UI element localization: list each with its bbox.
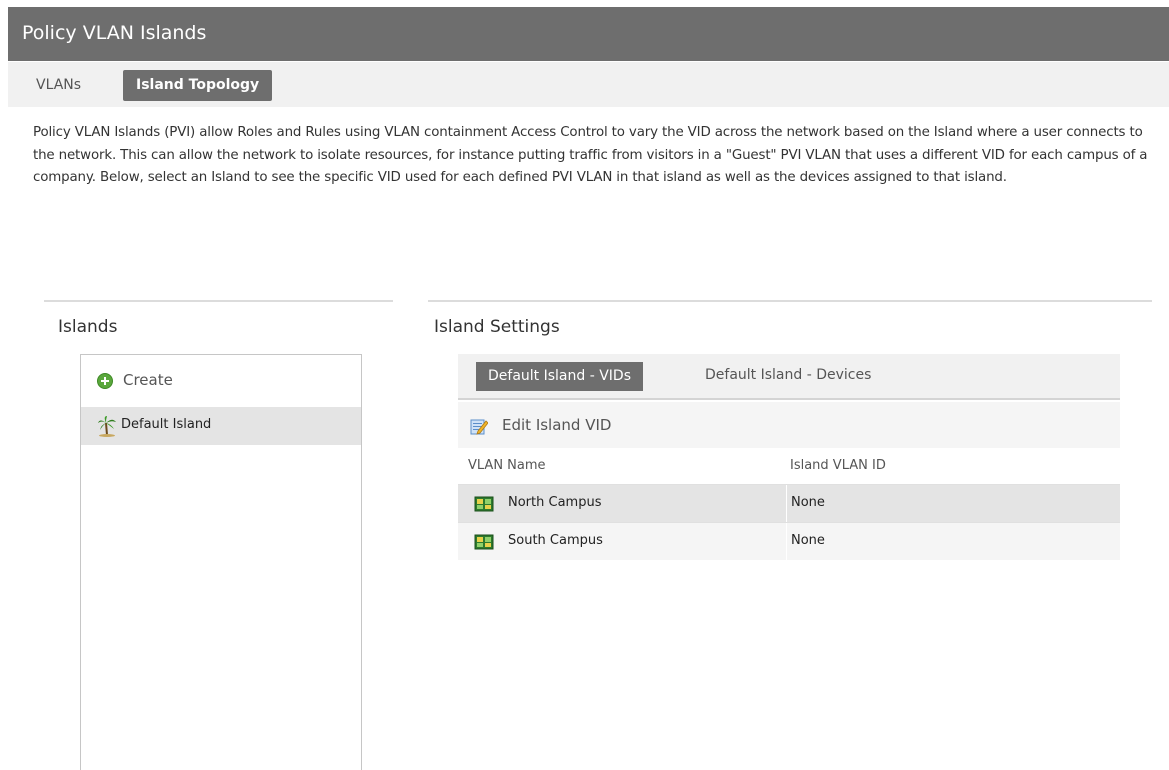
cell-divider [786, 523, 787, 560]
edit-island-vid-label: Edit Island VID [502, 416, 612, 434]
create-island-button[interactable]: Create [81, 355, 361, 407]
vlan-icon [474, 534, 494, 550]
tab-default-island-vids[interactable]: Default Island - VIDs [476, 362, 643, 391]
create-label: Create [123, 371, 173, 389]
tab-default-island-devices[interactable]: Default Island - Devices [705, 367, 871, 383]
divider [44, 300, 393, 302]
island-settings-tab-bar: Default Island - VIDs Default Island - D… [458, 354, 1120, 400]
column-header-island-vlan-id[interactable]: Island VLAN ID [790, 458, 886, 473]
edit-icon [470, 419, 488, 435]
main-tab-bar: VLANs Island Topology [8, 62, 1169, 107]
divider [428, 300, 1152, 302]
table-row[interactable]: South Campus None [458, 522, 1120, 560]
island-label: Default Island [121, 417, 212, 432]
tab-island-topology[interactable]: Island Topology [123, 70, 273, 101]
islands-heading: Islands [58, 317, 118, 337]
add-icon [97, 373, 113, 389]
island-settings-heading: Island Settings [434, 317, 560, 337]
cell-divider [786, 485, 787, 522]
table-row[interactable]: North Campus None [458, 484, 1120, 522]
palm-tree-icon [98, 416, 116, 437]
description-text: Policy VLAN Islands (PVI) allow Roles an… [33, 125, 1148, 185]
island-list-item[interactable]: Default Island [81, 407, 361, 445]
island-settings-toolbar: Edit Island VID [458, 402, 1120, 448]
vlan-table-header: VLAN Name Island VLAN ID [458, 450, 1120, 482]
column-header-vlan-name[interactable]: VLAN Name [468, 458, 546, 473]
island-vlan-id-cell: None [791, 495, 825, 510]
vlan-name-cell: North Campus [508, 495, 602, 510]
page-title: Policy VLAN Islands [22, 22, 207, 44]
vlan-icon [474, 496, 494, 512]
vlan-name-cell: South Campus [508, 533, 603, 548]
island-vlan-id-cell: None [791, 533, 825, 548]
tab-vlans[interactable]: VLANs [36, 77, 81, 93]
title-bar: Policy VLAN Islands [8, 7, 1169, 61]
islands-list-panel: Create Default Island [80, 354, 362, 770]
